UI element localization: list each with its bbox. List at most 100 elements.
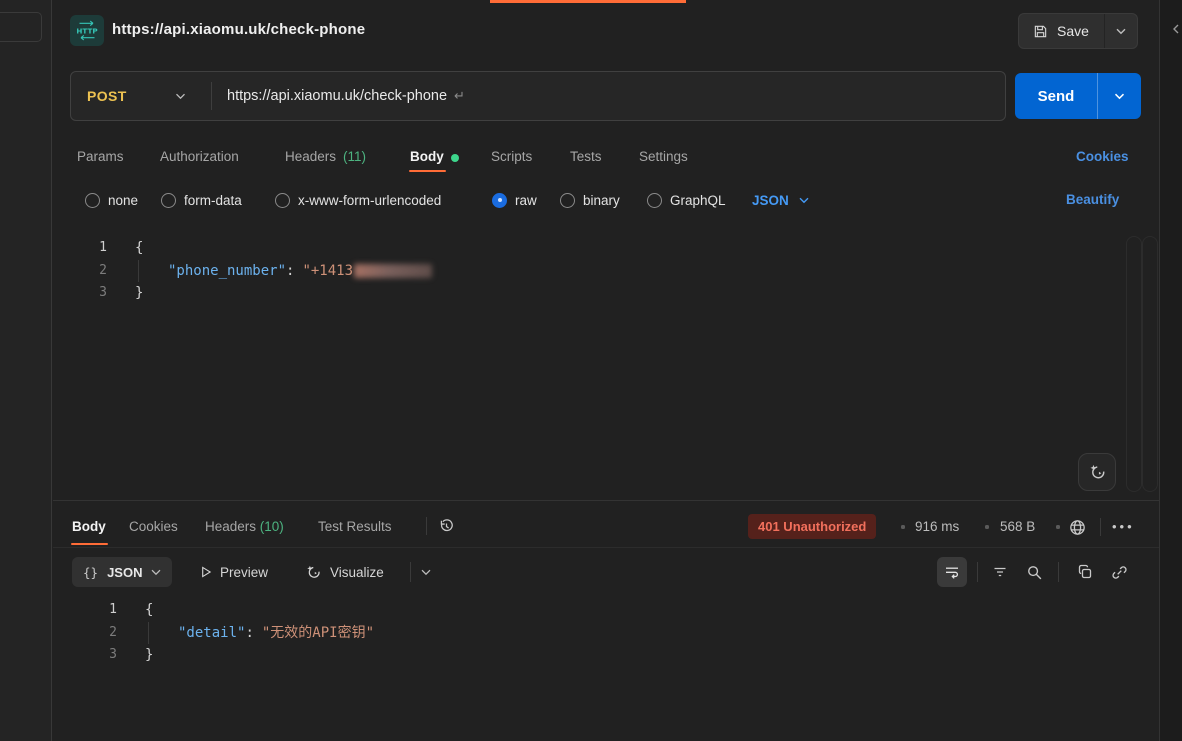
send-button-group: Send xyxy=(1015,73,1141,119)
response-headers-count: (10) xyxy=(260,519,284,534)
tab-tests[interactable]: Tests xyxy=(570,140,602,174)
send-button[interactable]: Send xyxy=(1015,73,1098,119)
radio-icon xyxy=(647,193,662,208)
code-line: 3 } xyxy=(53,644,1133,667)
preview-play-icon xyxy=(199,565,212,579)
expand-panel-icon[interactable] xyxy=(1171,24,1181,34)
active-tab-underline xyxy=(409,170,446,172)
request-url-bar: POST https://api.xiaomu.uk/check-phone ↵ xyxy=(70,71,1006,121)
body-modified-dot xyxy=(451,154,459,162)
history-clock-icon xyxy=(438,518,455,535)
response-body-editor[interactable]: 1 { 2 "detail":"无效的API密钥" 3 } xyxy=(53,599,1133,667)
left-sidebar xyxy=(0,0,52,741)
method-chevron-icon[interactable] xyxy=(175,93,186,100)
visualize-options-button[interactable] xyxy=(418,564,434,580)
dot-separator xyxy=(1056,525,1060,529)
response-options-button[interactable]: ••• xyxy=(1112,514,1135,539)
chevron-down-icon xyxy=(421,569,431,576)
divider xyxy=(977,562,978,582)
filter-button[interactable] xyxy=(988,560,1012,584)
radio-icon xyxy=(275,193,290,208)
network-info-button[interactable] xyxy=(1066,516,1088,538)
url-value: https://api.xiaomu.uk/check-phone xyxy=(227,88,447,104)
body-type-urlencoded[interactable]: x-www-form-urlencoded xyxy=(275,186,441,214)
response-tab-test-results[interactable]: Test Results xyxy=(318,510,392,543)
http-icon-label: HTTP xyxy=(76,26,97,35)
api-client-window: HTTP https://api.xiaomu.uk/check-phone S… xyxy=(0,0,1182,741)
preview-button[interactable]: Preview xyxy=(199,557,268,587)
chevron-down-icon xyxy=(799,197,809,204)
redacted-phone-number xyxy=(354,264,432,278)
response-format-select[interactable]: {} JSON xyxy=(72,557,172,587)
visualize-button[interactable]: Visualize xyxy=(305,557,384,587)
link-button[interactable] xyxy=(1107,560,1131,584)
sparkle-assistant-icon xyxy=(1088,463,1107,482)
enter-hint: ↵ xyxy=(454,88,465,103)
globe-icon xyxy=(1068,518,1087,537)
save-options-button[interactable] xyxy=(1105,14,1137,48)
response-tabs-border xyxy=(53,547,1159,548)
http-request-icon: HTTP xyxy=(70,15,104,46)
radio-icon xyxy=(161,193,176,208)
response-tab-body[interactable]: Body xyxy=(72,510,106,543)
raw-format-select[interactable]: JSON xyxy=(752,186,809,214)
url-input[interactable]: https://api.xiaomu.uk/check-phone ↵ xyxy=(227,72,465,120)
code-line: 2 "phone_number":"+1413 xyxy=(53,260,1133,283)
save-icon xyxy=(1033,24,1048,39)
response-time[interactable]: 916 ms xyxy=(915,514,959,539)
wrap-text-button[interactable] xyxy=(937,557,967,587)
dot-separator xyxy=(985,525,989,529)
tab-headers[interactable]: Headers(11) xyxy=(285,140,366,174)
divider xyxy=(1100,518,1101,536)
copy-icon xyxy=(1077,564,1093,580)
search-icon xyxy=(1026,564,1043,581)
chevron-down-icon xyxy=(151,569,161,576)
tab-authorization[interactable]: Authorization xyxy=(160,140,239,174)
status-badge[interactable]: 401 Unauthorized xyxy=(748,514,876,539)
dot-separator xyxy=(901,525,905,529)
tab-params[interactable]: Params xyxy=(77,140,124,174)
postbot-button[interactable] xyxy=(1078,453,1116,491)
indent-guide xyxy=(148,622,149,645)
cookies-link[interactable]: Cookies xyxy=(1076,140,1129,174)
response-tab-headers[interactable]: Headers (10) xyxy=(205,510,284,543)
visualize-sparkle-icon xyxy=(305,564,322,581)
code-line: 1 { xyxy=(53,237,1133,260)
url-divider xyxy=(211,82,212,110)
body-type-raw[interactable]: raw xyxy=(492,186,537,214)
radio-icon xyxy=(560,193,575,208)
scrollbar-track[interactable] xyxy=(1126,236,1142,492)
filter-icon xyxy=(992,564,1008,580)
tab-body[interactable]: Body xyxy=(410,140,459,174)
response-history-button[interactable] xyxy=(436,516,456,536)
divider xyxy=(410,562,411,582)
code-line: 3 } xyxy=(53,282,1133,305)
link-icon xyxy=(1111,564,1128,581)
response-active-tab-underline xyxy=(71,543,108,545)
search-button[interactable] xyxy=(1022,560,1046,584)
request-title: https://api.xiaomu.uk/check-phone xyxy=(112,21,365,38)
tab-settings[interactable]: Settings xyxy=(639,140,688,174)
section-divider[interactable] xyxy=(53,500,1159,501)
request-body-editor[interactable]: 1 { 2 "phone_number":"+1413 3 } xyxy=(53,237,1133,305)
response-tab-cookies[interactable]: Cookies xyxy=(129,510,178,543)
tab-scripts[interactable]: Scripts xyxy=(491,140,532,174)
active-tab-indicator xyxy=(490,0,686,3)
copy-button[interactable] xyxy=(1073,560,1097,584)
divider xyxy=(426,517,427,535)
code-line: 1 { xyxy=(53,599,1133,622)
beautify-link[interactable]: Beautify xyxy=(1066,186,1119,214)
scrollbar-track[interactable] xyxy=(1142,236,1158,492)
body-type-form-data[interactable]: form-data xyxy=(161,186,242,214)
sidebar-collapsed-tab[interactable] xyxy=(0,12,42,42)
body-type-graphql[interactable]: GraphQL xyxy=(647,186,726,214)
method-selector[interactable]: POST xyxy=(87,72,127,120)
indent-guide xyxy=(138,260,139,283)
save-button[interactable]: Save xyxy=(1019,14,1105,48)
save-button-group: Save xyxy=(1018,13,1138,49)
braces-icon: {} xyxy=(83,565,98,580)
body-type-binary[interactable]: binary xyxy=(560,186,620,214)
send-options-button[interactable] xyxy=(1098,73,1141,119)
response-size[interactable]: 568 B xyxy=(1000,514,1035,539)
body-type-none[interactable]: none xyxy=(85,186,138,214)
